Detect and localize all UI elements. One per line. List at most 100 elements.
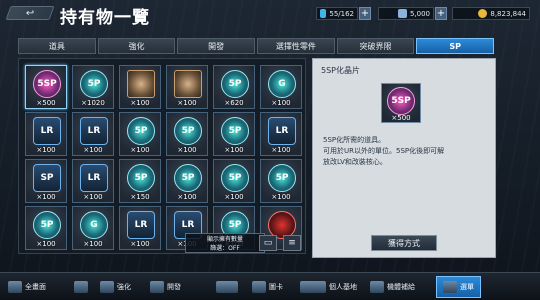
inventory-item[interactable]: 5P×100: [260, 159, 302, 203]
item-icon: LR: [33, 117, 61, 145]
item-icon: [127, 70, 155, 98]
tab-enhance[interactable]: 強化: [97, 38, 176, 54]
item-icon: 5P: [174, 164, 202, 192]
inventory-item[interactable]: 5P ×620: [213, 65, 255, 109]
chip-icon: 5SP: [387, 87, 415, 115]
inventory-item[interactable]: 5P×100: [213, 112, 255, 156]
inventory-item[interactable]: ×100: [166, 65, 208, 109]
tab-optional-parts[interactable]: 選擇性零件: [257, 38, 335, 54]
obtain-method-button[interactable]: 獲得方式: [371, 235, 437, 251]
base-icon: [312, 281, 326, 293]
back-button[interactable]: ↩: [5, 6, 55, 20]
item-quantity: ×500: [36, 99, 56, 107]
nav-fullscreen[interactable]: 全畫面: [8, 277, 46, 297]
nav-develop-label: 開發: [167, 283, 181, 291]
inventory-item[interactable]: 5P×100: [213, 159, 255, 203]
nav-supply[interactable]: 機體補給: [370, 277, 415, 297]
tab-develop[interactable]: 開發: [177, 38, 256, 54]
item-icon: 5P: [33, 211, 61, 239]
detail-desc-line-3: 放改LV和改裝核心。: [323, 158, 387, 166]
inventory-item[interactable]: LR×100: [119, 206, 161, 250]
item-quantity: ×100: [177, 99, 197, 107]
item-quantity: ×100: [83, 240, 103, 248]
inventory-item[interactable]: 5P×100: [166, 159, 208, 203]
item-quantity: ×100: [271, 146, 291, 154]
resource-coins-value: 8,823,844: [490, 9, 526, 18]
supply-icon: [370, 281, 384, 293]
inventory-item[interactable]: G ×100: [72, 206, 114, 250]
page-title: 持有物一覽: [60, 8, 150, 28]
inventory-item[interactable]: 5P×100: [119, 112, 161, 156]
add-tickets-button[interactable]: +: [435, 7, 447, 20]
nav-base-label: 個人基地: [329, 283, 357, 291]
inventory-item[interactable]: SP ×100: [25, 159, 67, 203]
develop-icon: [150, 281, 164, 293]
detail-item-qty: ×500: [391, 114, 411, 122]
item-icon: 5P: [127, 117, 155, 145]
item-quantity: ×100: [130, 240, 150, 248]
item-icon: [174, 70, 202, 98]
nav-enhance-label: 強化: [117, 283, 131, 291]
item-icon: LR: [80, 117, 108, 145]
coin-icon: [478, 9, 488, 18]
inventory-item[interactable]: 5P×100: [166, 112, 208, 156]
item-quantity: ×100: [83, 193, 103, 201]
detail-desc-line-1: 5SP化所需的道具。: [323, 136, 386, 144]
item-icon: 5P: [268, 164, 296, 192]
item-quantity: ×620: [224, 99, 244, 107]
inventory-item[interactable]: LR×100: [25, 112, 67, 156]
item-icon: 5P: [221, 70, 249, 98]
resource-tickets: 5,000 +: [378, 7, 447, 20]
inventory-item[interactable]: LR×100: [260, 112, 302, 156]
detail-item-icon: 5SP ×500: [381, 83, 421, 123]
weapon-icon: [216, 281, 238, 293]
sort-icon: ▭: [263, 238, 273, 248]
item-quantity: ×100: [224, 193, 244, 201]
detail-desc-line-2: 可用於UR以外的單位。5SP化後即可解: [323, 147, 445, 155]
item-icon: 5SP: [33, 70, 61, 98]
energy-icon: [320, 9, 327, 18]
item-quantity: ×100: [177, 193, 197, 201]
nav-develop[interactable]: 開發: [150, 277, 181, 297]
list-icon: ≡: [288, 238, 296, 248]
inventory-item[interactable]: G ×100: [260, 65, 302, 109]
item-detail-panel: 5SP化晶片 5SP ×500 5SP化所需的道具。 可用於UR以外的單位。5S…: [312, 58, 496, 258]
nav-unit[interactable]: [74, 277, 91, 297]
filter-toggle[interactable]: 顯示擁有數量 篩選：OFF: [185, 233, 265, 253]
inventory-item[interactable]: LR×100: [72, 159, 114, 203]
detail-title: 5SP化晶片: [321, 66, 360, 75]
list-view-button[interactable]: ≡: [283, 235, 301, 251]
inventory-item[interactable]: ×100: [119, 65, 161, 109]
item-icon: LR: [80, 164, 108, 192]
item-quantity: ×100: [36, 146, 56, 154]
nav-supply-label: 機體補給: [387, 283, 415, 291]
enhance-icon: [100, 281, 114, 293]
nav-weapon[interactable]: [216, 277, 241, 297]
category-tabs: 道具 強化 開發 選擇性零件 突破界限 SP: [18, 38, 496, 54]
item-icon: 5P: [80, 70, 108, 98]
add-energy-button[interactable]: +: [359, 7, 371, 20]
item-quantity: ×1020: [81, 99, 105, 107]
inventory-item[interactable]: 5P×100: [25, 206, 67, 250]
nav-cards[interactable]: 圖卡: [252, 277, 283, 297]
nav-menu[interactable]: 選單: [436, 276, 481, 298]
item-icon: 5P: [221, 164, 249, 192]
item-quantity: ×100: [271, 99, 291, 107]
nav-enhance[interactable]: 強化: [100, 277, 131, 297]
tab-limit-break[interactable]: 突破界限: [336, 38, 415, 54]
inventory-panel: 5SP ×500 5P ×1020 ×100 ×100 5P ×620 G ×100 LR ×100 L…: [18, 58, 306, 254]
filter-line-1: 顯示擁有數量: [206, 236, 243, 243]
resource-tickets-value: 5,000: [409, 9, 430, 18]
inventory-item[interactable]: LR×100: [72, 112, 114, 156]
item-quantity: ×150: [130, 193, 150, 201]
item-quantity: ×100: [224, 146, 244, 154]
sort-button[interactable]: ▭: [259, 235, 277, 251]
tab-sp[interactable]: SP: [416, 38, 495, 54]
inventory-item[interactable]: 5SP ×500: [25, 65, 67, 109]
nav-base[interactable]: 個人基地: [312, 277, 357, 297]
inventory-item[interactable]: 5P ×150: [119, 159, 161, 203]
tab-items[interactable]: 道具: [18, 38, 96, 54]
inventory-item[interactable]: 5P ×1020: [72, 65, 114, 109]
item-quantity: ×100: [177, 146, 197, 154]
item-icon: 5P: [221, 117, 249, 145]
